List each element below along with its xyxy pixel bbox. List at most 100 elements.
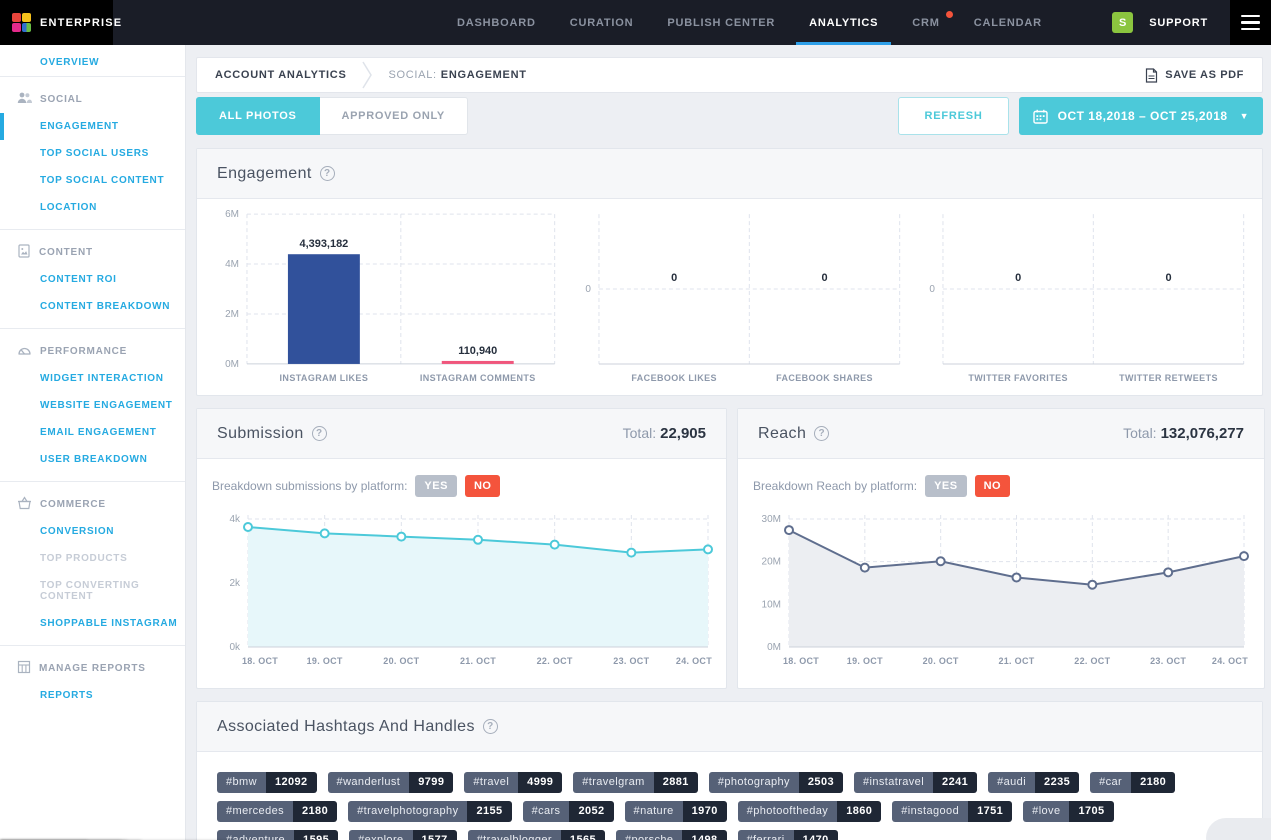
hashtags-panel-header: Associated Hashtags And Handles ? [197, 702, 1262, 752]
nav-item-publish-center[interactable]: PUBLISH CENTER [650, 0, 792, 45]
hashtag-pill-car[interactable]: #car2180 [1090, 772, 1175, 793]
support-link[interactable]: SUPPORT [1149, 17, 1208, 29]
svg-text:23. OCT: 23. OCT [1150, 656, 1186, 666]
hashtag-pill-audi[interactable]: #audi2235 [988, 772, 1079, 793]
submission-breakdown-yes-button[interactable]: YES [415, 475, 457, 497]
svg-text:0: 0 [1166, 272, 1172, 284]
hashtag-list: #bmw12092 #wanderlust9799 #travel4999 #trav… [197, 752, 1262, 840]
reach-breakdown-row: Breakdown Reach by platform: YES NO [738, 459, 1264, 503]
svg-text:22. OCT: 22. OCT [1074, 656, 1110, 666]
sidebar-item-reports[interactable]: REPORTS [0, 682, 185, 709]
hashtag-count: 1751 [968, 801, 1012, 822]
sidebar-item-top-converting-content: TOP CONVERTING CONTENT [0, 572, 185, 610]
sidebar-item-content-roi[interactable]: CONTENT ROI [0, 266, 185, 293]
nav-right: S SUPPORT [1112, 0, 1271, 45]
reach-total: Total:132,076,277 [1123, 425, 1244, 442]
sidebar-item-overview[interactable]: OVERVIEW [0, 49, 185, 76]
sidebar-item-top-social-users[interactable]: TOP SOCIAL USERS [0, 140, 185, 167]
reach-breakdown-yes-button[interactable]: YES [925, 475, 967, 497]
brand-logo[interactable]: ENTERPRISE [0, 0, 113, 45]
hashtag-label: #explore [349, 830, 412, 840]
hashtag-label: #ferrari [738, 830, 794, 840]
sidebar-item-content-breakdown[interactable]: CONTENT BREAKDOWN [0, 293, 185, 320]
help-icon[interactable]: ? [320, 166, 335, 181]
submission-breakdown-label: Breakdown submissions by platform: [212, 479, 407, 493]
breadcrumb-root[interactable]: ACCOUNT ANALYTICS [215, 69, 346, 81]
date-range-picker[interactable]: OCT 18,2018 – OCT 25,2018 ▼ [1019, 97, 1263, 135]
svg-text:30M: 30M [762, 514, 781, 525]
hashtag-pill-travel[interactable]: #travel4999 [464, 772, 562, 793]
hashtag-pill-bmw[interactable]: #bmw12092 [217, 772, 317, 793]
hashtag-pill-adventure[interactable]: #adventure1595 [217, 830, 338, 840]
svg-text:23. OCT: 23. OCT [613, 656, 649, 666]
help-icon[interactable]: ? [483, 719, 498, 734]
reach-breakdown-no-button[interactable]: NO [975, 475, 1011, 497]
all-photos-button[interactable]: ALL PHOTOS [196, 97, 320, 135]
sidebar-item-top-products: TOP PRODUCTS [0, 545, 185, 572]
svg-text:FACEBOOK LIKES: FACEBOOK LIKES [631, 373, 716, 383]
nav-item-crm[interactable]: CRM [895, 0, 956, 45]
hashtag-count: 2180 [1131, 772, 1175, 793]
hashtag-pill-explore[interactable]: #explore1577 [349, 830, 456, 840]
svg-text:INSTAGRAM LIKES: INSTAGRAM LIKES [280, 373, 369, 383]
help-icon[interactable]: ? [312, 426, 327, 441]
hashtag-pill-ferrari[interactable]: #ferrari1470 [738, 830, 838, 840]
nav-item-curation[interactable]: CURATION [553, 0, 651, 45]
hashtag-pill-travelphotography[interactable]: #travelphotography2155 [348, 801, 511, 822]
sidebar-item-conversion[interactable]: CONVERSION [0, 518, 185, 545]
avatar[interactable]: S [1112, 12, 1133, 33]
sidebar: OVERVIEWSOCIALENGAGEMENTTOP SOCIAL USERS… [0, 45, 186, 840]
hamburger-menu-icon[interactable] [1230, 0, 1271, 45]
hashtag-count: 12092 [266, 772, 317, 793]
hashtag-label: #travelgram [573, 772, 653, 793]
hashtag-pill-instagood[interactable]: #instagood1751 [892, 801, 1012, 822]
hashtag-pill-cars[interactable]: #cars2052 [523, 801, 614, 822]
hashtag-count: 1577 [413, 830, 457, 840]
hashtag-pill-photooftheday[interactable]: #photooftheday1860 [738, 801, 882, 822]
submission-breakdown-no-button[interactable]: NO [465, 475, 501, 497]
hashtag-label: #audi [988, 772, 1035, 793]
nav-item-dashboard[interactable]: DASHBOARD [440, 0, 553, 45]
nav-item-analytics[interactable]: ANALYTICS [792, 0, 895, 45]
sidebar-item-widget-interaction[interactable]: WIDGET INTERACTION [0, 365, 185, 392]
sidebar-item-email-engagement[interactable]: EMAIL ENGAGEMENT [0, 419, 185, 446]
hashtag-pill-wanderlust[interactable]: #wanderlust9799 [328, 772, 454, 793]
sidebar-item-location[interactable]: LOCATION [0, 194, 185, 221]
refresh-button[interactable]: REFRESH [898, 97, 1008, 135]
hashtag-pill-instatravel[interactable]: #instatravel2241 [854, 772, 977, 793]
svg-text:18. OCT: 18. OCT [783, 656, 819, 666]
hashtag-label: #bmw [217, 772, 266, 793]
sidebar-item-user-breakdown[interactable]: USER BREAKDOWN [0, 446, 185, 473]
sidebar-item-top-social-content[interactable]: TOP SOCIAL CONTENT [0, 167, 185, 194]
sidebar-item-engagement[interactable]: ENGAGEMENT [0, 113, 185, 140]
hashtag-count: 2241 [933, 772, 977, 793]
save-as-pdf-button[interactable]: SAVE AS PDF [1145, 68, 1244, 83]
save-as-pdf-label: SAVE AS PDF [1165, 69, 1244, 81]
enterprise-logo-icon [12, 13, 31, 32]
sidebar-item-shoppable-instagram[interactable]: SHOPPABLE INSTAGRAM [0, 610, 185, 637]
hashtag-label: #instagood [892, 801, 968, 822]
top-nav: ENTERPRISE DASHBOARDCURATIONPUBLISH CENT… [0, 0, 1271, 45]
hashtag-pill-travelgram[interactable]: #travelgram2881 [573, 772, 698, 793]
svg-text:20. OCT: 20. OCT [923, 656, 959, 666]
hashtag-pill-mercedes[interactable]: #mercedes2180 [217, 801, 337, 822]
hashtag-pill-love[interactable]: #love1705 [1023, 801, 1113, 822]
hashtag-pill-travelblogger[interactable]: #travelblogger1565 [468, 830, 605, 840]
svg-text:110,940: 110,940 [458, 345, 497, 357]
hashtag-label: #adventure [217, 830, 294, 840]
hashtag-pill-porsche[interactable]: #porsche1498 [616, 830, 727, 840]
hashtag-pill-photography[interactable]: #photography2503 [709, 772, 843, 793]
hashtag-count: 2155 [467, 801, 511, 822]
hashtag-count: 1860 [837, 801, 881, 822]
hashtag-label: #wanderlust [328, 772, 410, 793]
sidebar-section-content: CONTENT [0, 234, 185, 266]
hashtag-count: 1498 [682, 830, 726, 840]
hashtag-count: 1595 [294, 830, 338, 840]
nav-item-calendar[interactable]: CALENDAR [957, 0, 1059, 45]
hashtag-pill-nature[interactable]: #nature1970 [625, 801, 727, 822]
help-icon[interactable]: ? [814, 426, 829, 441]
reach-chart: 30M20M10M0M18. OCT19. OCT20. OCT21. OCT2… [738, 503, 1264, 688]
sidebar-item-website-engagement[interactable]: WEBSITE ENGAGEMENT [0, 392, 185, 419]
chat-widget[interactable] [1206, 818, 1271, 840]
approved-only-button[interactable]: APPROVED ONLY [320, 97, 468, 135]
